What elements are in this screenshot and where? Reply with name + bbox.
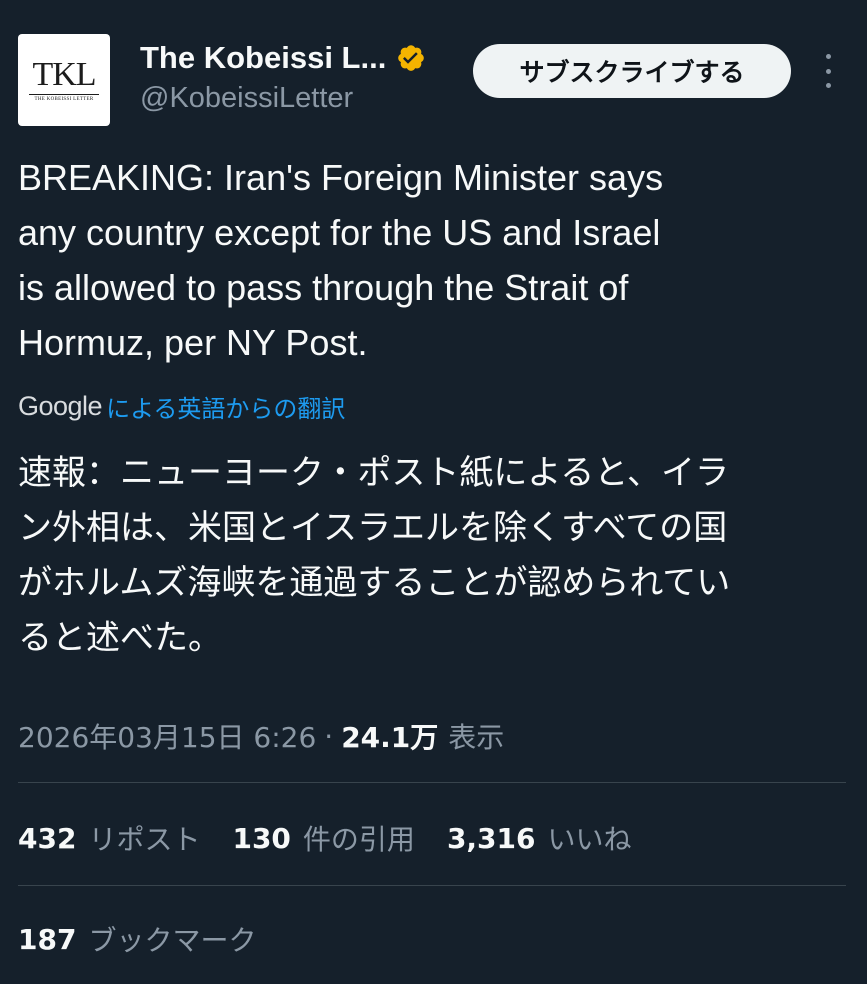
avatar[interactable]: TKL THE KOBEISSI LETTER: [18, 34, 110, 126]
translated-tweet-text: 速報：ニューヨーク・ポスト紙によると、イラ ン外相は、米国とイスラエルを除くすべ…: [18, 453, 731, 658]
divider: [18, 885, 846, 886]
avatar-logo-subtext: THE KOBEISSI LETTER: [34, 97, 94, 102]
reposts-stat[interactable]: 432 リポスト: [18, 818, 200, 858]
verified-badge-icon: [396, 43, 426, 73]
bookmarks-count: 187: [18, 922, 77, 956]
bookmarks-stat[interactable]: 187 ブックマーク: [18, 916, 256, 962]
tweet-detail-page: TKL THE KOBEISSI LETTER The Kobeissi L..…: [0, 0, 867, 984]
quotes-stat[interactable]: 130 件の引用: [232, 818, 414, 858]
avatar-logo-text: TKL: [32, 56, 96, 93]
author-block: The Kobeissi L... @KobeissiLetter: [140, 38, 426, 115]
likes-stat[interactable]: 3,316 いいね: [447, 818, 632, 858]
translation-link[interactable]: による英語からの翻訳: [106, 389, 345, 424]
bookmarks-label: ブックマーク: [88, 924, 257, 957]
more-vertical-icon[interactable]: [813, 54, 843, 88]
author-name-row: The Kobeissi L...: [140, 38, 426, 78]
subscribe-button[interactable]: サブスクライブする: [473, 44, 791, 98]
more-dot: [825, 68, 831, 74]
divider: [18, 782, 846, 783]
tweet-text: BREAKING: Iran's Foreign Minister says a…: [18, 157, 664, 363]
reposts-label: リポスト: [88, 823, 201, 856]
more-dot: [825, 54, 831, 59]
translation-attribution[interactable]: Google による英語からの翻訳: [18, 386, 345, 426]
tweet-meta: 2026年03月15日 6:26 · 24.1万 表示: [18, 714, 504, 758]
views-label: 表示: [448, 721, 505, 754]
avatar-logo-rule: [29, 94, 99, 95]
likes-label: いいね: [547, 823, 632, 856]
likes-count: 3,316: [446, 821, 536, 855]
reposts-count: 432: [18, 821, 77, 855]
author-handle[interactable]: @KobeissiLetter: [140, 82, 426, 115]
tweet-timestamp[interactable]: 2026年03月15日 6:26: [18, 716, 316, 756]
more-dot: [825, 83, 831, 88]
views-count: 24.1万: [341, 721, 439, 754]
quotes-count: 130: [232, 821, 291, 855]
quotes-label: 件の引用: [302, 823, 415, 856]
engagement-stats: 432 リポスト 130 件の引用 3,316 いいね: [18, 815, 664, 861]
author-display-name[interactable]: The Kobeissi L...: [140, 40, 386, 76]
google-logo: Google: [18, 390, 103, 421]
meta-separator: ·: [324, 719, 334, 753]
